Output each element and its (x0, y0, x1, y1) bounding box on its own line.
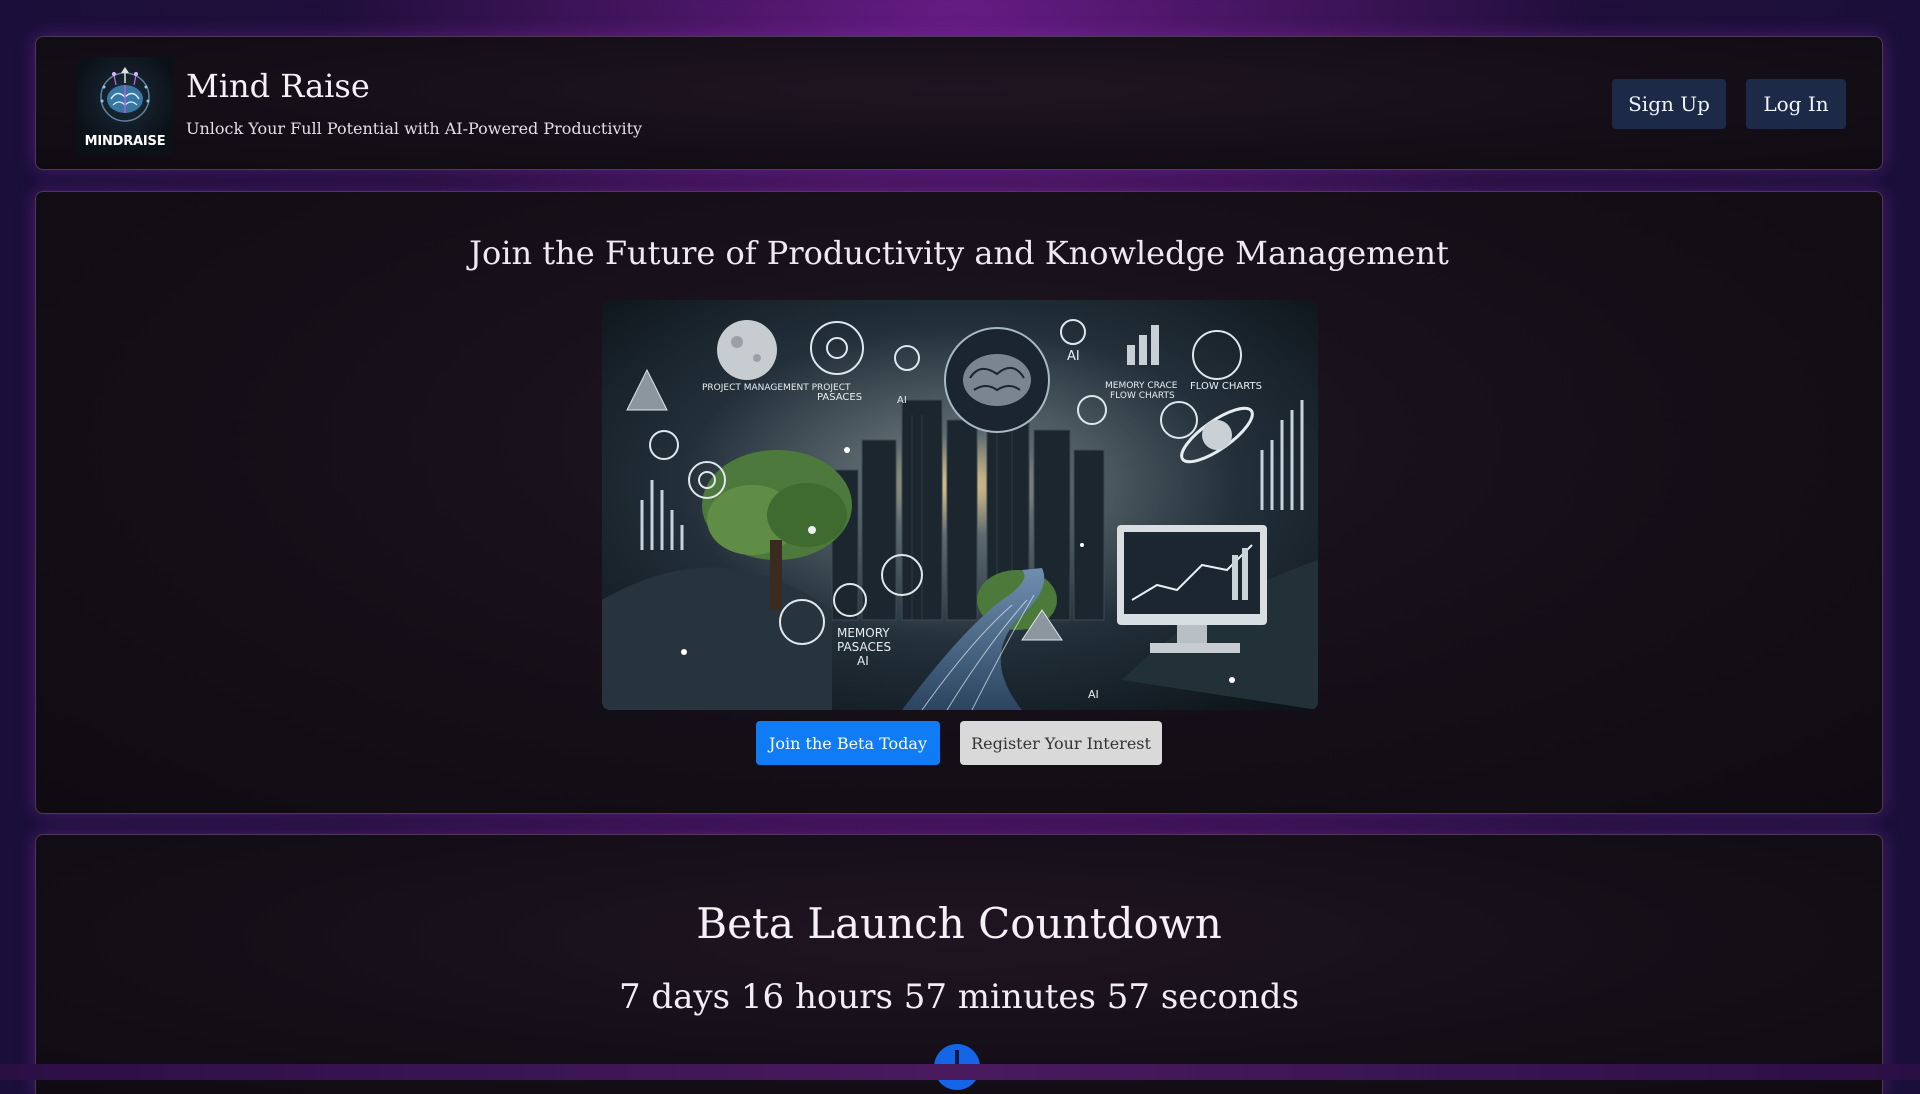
log-in-button[interactable]: Log In (1746, 79, 1846, 129)
register-interest-button[interactable]: Register Your Interest (960, 721, 1162, 765)
productivity-illustration: PROJECT MANAGEMENT PROJECT PASACES AI AI… (602, 300, 1318, 710)
image-label-memory-crace: MEMORY CRACE (1105, 381, 1178, 391)
countdown-timer: 7 days 16 hours 57 minutes 57 seconds (618, 977, 1300, 1017)
page-bottom-edge (0, 1064, 1920, 1080)
hero-title: Join the Future of Productivity and Know… (469, 234, 1449, 272)
site-header: MINDRAISE Mind Raise Unlock Your Full Po… (35, 36, 1883, 170)
image-label-ai-corner: AI (1088, 688, 1099, 701)
image-label-ai-top: AI (1067, 349, 1080, 364)
image-label-flow-charts-small: FLOW CHARTS (1110, 391, 1175, 401)
image-label-pasaces: PASACES (817, 392, 862, 403)
logo-wordmark: MINDRAISE (84, 134, 166, 149)
hero-section: Join the Future of Productivity and Know… (35, 191, 1883, 814)
image-label-ai-bottom: AI (857, 654, 869, 668)
image-label-ai-small: AI (897, 395, 907, 406)
join-beta-button[interactable]: Join the Beta Today (756, 721, 940, 765)
hero-actions: Join the Beta Today Register Your Intere… (36, 721, 1882, 765)
countdown-section: Beta Launch Countdown 7 days 16 hours 57… (35, 834, 1883, 1094)
image-label-memory: MEMORY (837, 626, 890, 640)
site-title: Mind Raise (186, 67, 370, 105)
image-label-flow-charts: FLOW CHARTS (1190, 381, 1262, 392)
countdown-title: Beta Launch Countdown (696, 899, 1222, 948)
site-tagline: Unlock Your Full Potential with AI-Power… (186, 119, 643, 138)
sign-up-button[interactable]: Sign Up (1612, 79, 1726, 129)
hero-illustration: PROJECT MANAGEMENT PROJECT PASACES AI AI… (602, 300, 1318, 710)
image-label-pasaces-bottom: PASACES (837, 640, 891, 654)
mindraise-logo[interactable]: MINDRAISE (76, 57, 174, 155)
